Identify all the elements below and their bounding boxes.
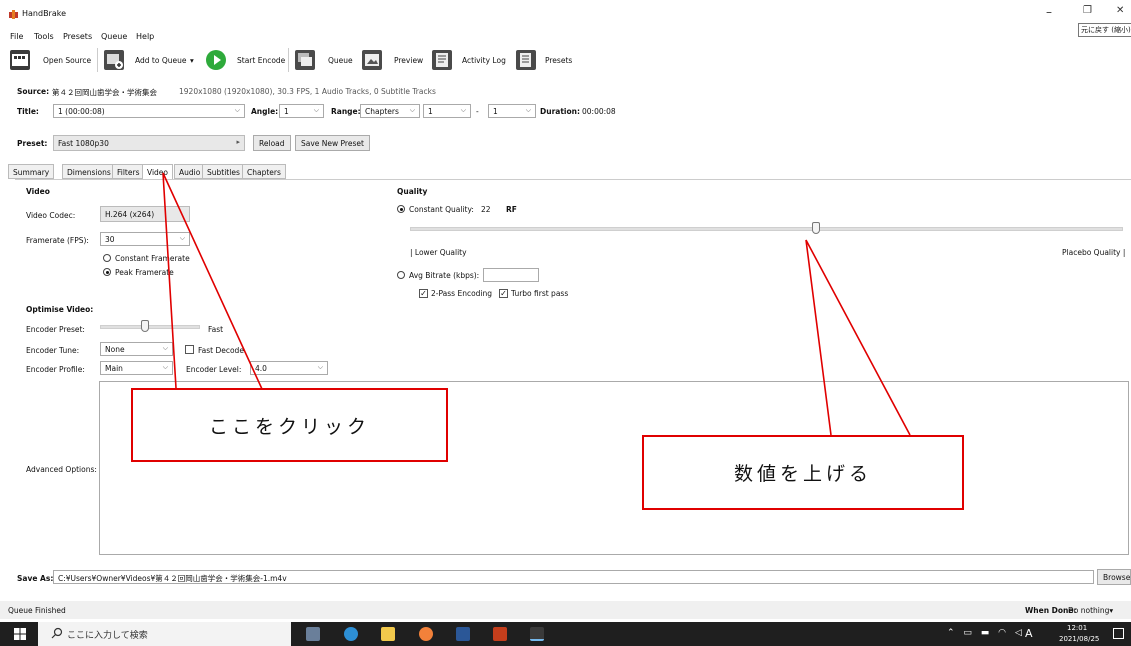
firefox-icon[interactable] [419, 627, 433, 641]
raise-value-callout: 数値を上げる [642, 435, 964, 510]
search-icon [51, 627, 63, 641]
clock-time[interactable]: 12:01 [1067, 624, 1087, 632]
when-done-value: Do nothing [1068, 606, 1110, 615]
queue-status: Queue Finished [8, 606, 66, 615]
taskbar-search-placeholder: ここに入力して検索 [67, 631, 148, 641]
annotation-lines [162, 172, 911, 436]
click-here-callout: ここをクリック [131, 388, 448, 462]
ime-indicator[interactable]: A [1025, 627, 1033, 640]
notification-center-icon[interactable] [1113, 628, 1124, 639]
clock-date[interactable]: 2021/08/25 [1059, 635, 1099, 643]
browse-button[interactable]: Browse [1097, 569, 1131, 585]
raise-value-pointer-line [805, 239, 911, 436]
click-here-pointer-line [162, 172, 263, 390]
file-explorer-icon[interactable] [381, 627, 395, 641]
when-done-select[interactable]: Do nothing▾ [1068, 606, 1113, 615]
task-view-icon[interactable] [306, 627, 320, 641]
word-icon[interactable] [456, 627, 470, 641]
handbrake-taskbar-icon[interactable] [530, 627, 544, 641]
system-tray-icons[interactable]: ⌃ ▭ ▬ ◠ ◁ [947, 628, 1025, 638]
save-as-label: Save As: [17, 574, 54, 583]
edge-browser-icon[interactable] [344, 627, 358, 641]
windows-start-icon[interactable] [14, 628, 26, 642]
status-bar [0, 601, 1131, 619]
save-as-input[interactable]: C:¥Users¥Owner¥Videos¥第４２回岡山歯学会・学術集会-1.m… [53, 570, 1094, 584]
powerpoint-icon[interactable] [493, 627, 507, 641]
